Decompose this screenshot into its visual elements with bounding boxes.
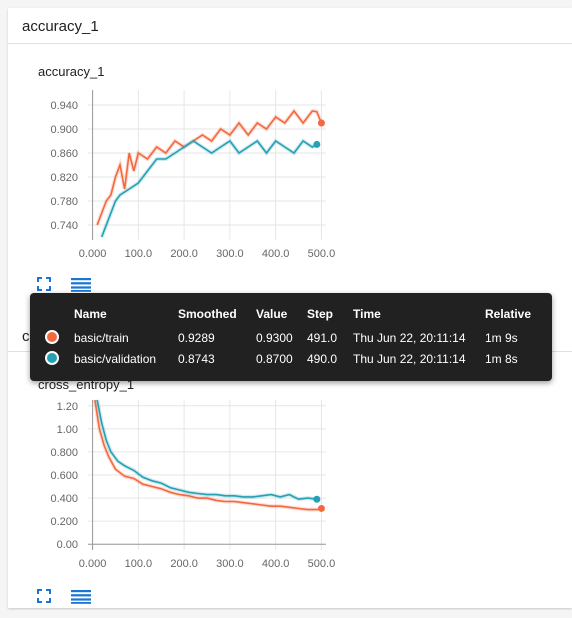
tooltip-header-smoothed: Smoothed	[178, 307, 237, 321]
series-endpoint-basic-validation	[313, 495, 321, 503]
tooltip-validation-time: Thu Jun 22, 20:11:14	[353, 352, 466, 366]
y-tick-label: 0.200	[50, 516, 78, 528]
y-tick-label: 0.00	[57, 539, 78, 551]
tooltip-header-value: Value	[256, 307, 288, 321]
x-tick-label: 400.0	[262, 558, 290, 570]
tooltip-validation-step: 490.0	[307, 352, 338, 366]
tooltip-train-value: 0.9300	[256, 331, 293, 345]
y-tick-label: 0.400	[50, 493, 78, 505]
train-swatch	[45, 330, 59, 344]
y-tick-label: 0.600	[50, 470, 78, 482]
chart-tooltip: Name Smoothed Value Step Time Relative b…	[30, 293, 552, 381]
tooltip-validation-value: 0.8700	[256, 352, 293, 366]
tooltip-train-step: 491.0	[307, 331, 338, 345]
tooltip-header-step: Step	[307, 307, 334, 321]
x-tick-label: 0.000	[79, 558, 107, 570]
series-line-basic-validation	[96, 399, 317, 501]
tooltip-header-time: Time	[353, 307, 381, 321]
tooltip-validation-name: basic/validation	[74, 352, 157, 366]
list-icon[interactable]	[71, 588, 91, 604]
tooltip-validation-smoothed: 0.8743	[178, 352, 215, 366]
x-tick-label: 100.0	[125, 558, 153, 570]
tooltip-validation-relative: 1m 8s	[485, 352, 518, 366]
tooltip-train-relative: 1m 9s	[485, 331, 518, 345]
tooltip-header-name: Name	[74, 307, 107, 321]
fullscreen-icon[interactable]	[36, 588, 52, 604]
series-endpoint-basic-train	[317, 504, 325, 512]
x-tick-label: 200.0	[170, 558, 198, 570]
tooltip-train-time: Thu Jun 22, 20:11:14	[353, 331, 466, 345]
x-tick-label: 500.0	[308, 558, 336, 570]
tooltip-train-name: basic/train	[74, 331, 129, 345]
x-tick-label: 300.0	[216, 558, 244, 570]
series-shadow-basic-validation	[95, 399, 318, 502]
tooltip-header-relative: Relative	[485, 307, 532, 321]
tooltip-train-smoothed: 0.9289	[178, 331, 215, 345]
y-tick-label: 1.00	[57, 424, 78, 436]
y-tick-label: 1.20	[57, 401, 78, 413]
validation-swatch	[45, 351, 59, 365]
y-tick-label: 0.800	[50, 447, 78, 459]
